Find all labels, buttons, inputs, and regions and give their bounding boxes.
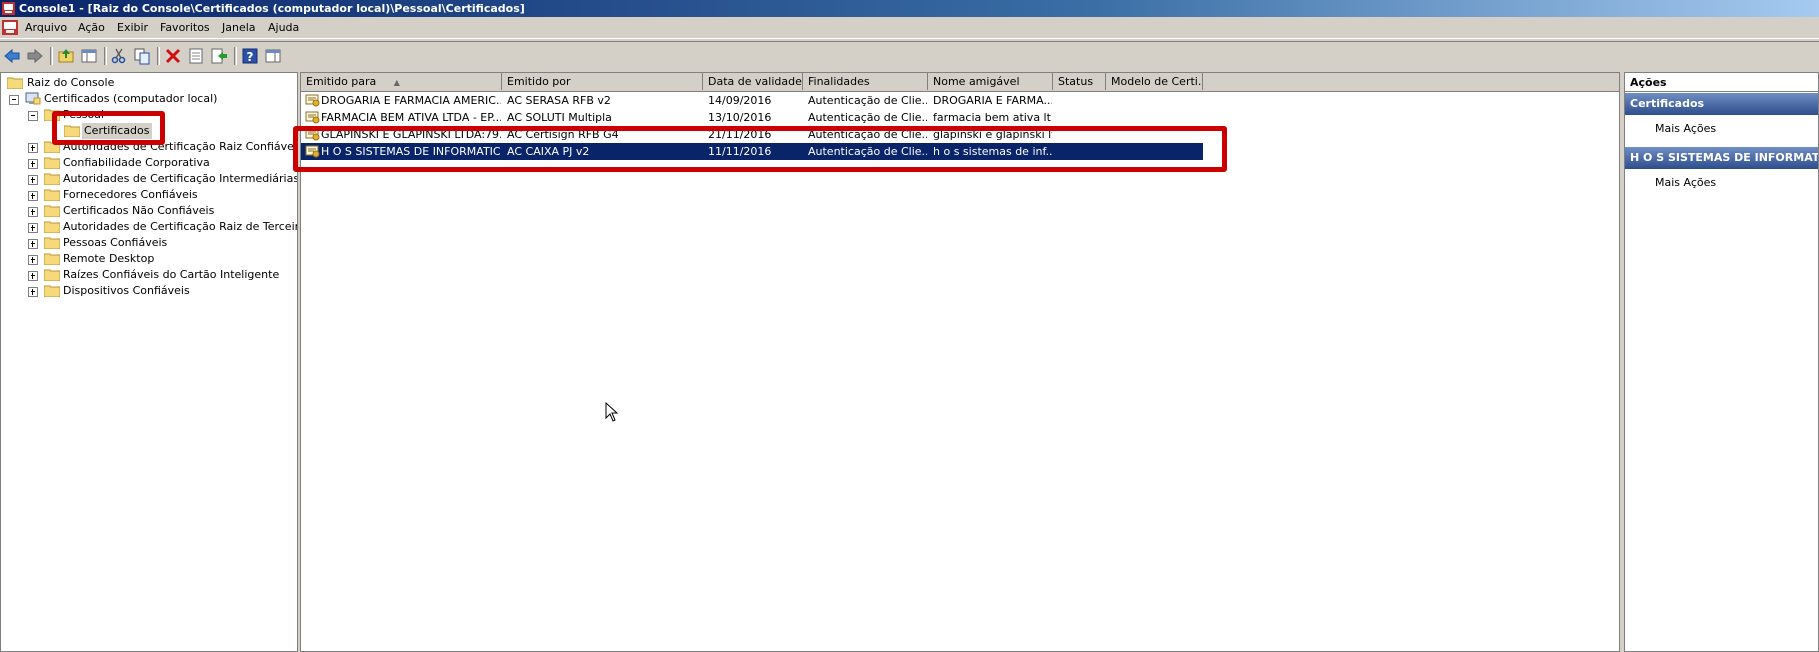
cell-by: AC SERASA RFB v2 [507, 94, 611, 107]
tree-label: Autoridades de Certificação Intermediári… [63, 172, 298, 185]
column-finalidades[interactable]: Finalidades [803, 73, 928, 90]
expand-icon[interactable] [28, 143, 38, 153]
column-emitido-por[interactable]: Emitido por [502, 73, 703, 90]
mouse-cursor-icon [605, 402, 619, 422]
folder-icon [44, 253, 60, 265]
column-status[interactable]: Status [1053, 73, 1106, 90]
folder-icon [44, 205, 60, 217]
expand-icon[interactable] [28, 175, 38, 185]
show-hide-action-pane-icon[interactable] [264, 47, 282, 65]
cell-status [1058, 109, 1105, 126]
expand-icon[interactable] [28, 255, 38, 265]
folder-icon [44, 189, 60, 201]
back-icon[interactable] [3, 47, 21, 65]
window-title: Console1 - [Raiz do Console\Certificados… [19, 2, 525, 15]
tree-label: Dispositivos Confiáveis [63, 284, 190, 297]
table-row[interactable]: FARMACIA BEM ATIVA LTDA - EP... AC SOLUTI… [301, 109, 1203, 126]
cut-icon[interactable] [110, 47, 128, 65]
folder-icon [7, 77, 23, 89]
collapse-icon[interactable] [28, 111, 38, 121]
column-emitido-para[interactable]: Emitido para ▲ [301, 73, 502, 90]
console-app-icon [2, 2, 15, 15]
cell-to: FARMACIA BEM ATIVA LTDA - EP... [321, 111, 501, 124]
cell-friendly: DROGARIA E FARMA... [933, 94, 1052, 107]
cell-date: 13/10/2016 [708, 111, 772, 124]
action-mais-acoes[interactable]: Mais Ações [1655, 176, 1716, 189]
toolbar-separator [157, 47, 160, 65]
show-hide-tree-icon[interactable] [80, 47, 98, 65]
folder-icon [44, 237, 60, 249]
actions-section-certificados[interactable]: Certificados [1625, 93, 1818, 115]
toolbar-separator [50, 47, 53, 65]
tree-label: Remote Desktop [63, 252, 155, 265]
expand-icon[interactable] [28, 239, 38, 249]
delete-icon[interactable] [164, 47, 182, 65]
expand-icon[interactable] [28, 159, 38, 169]
collapse-icon[interactable] [9, 95, 19, 105]
cell-friendly: farmacia bem ativa lt... [933, 111, 1052, 124]
folder-icon [44, 269, 60, 281]
highlight-box-tree [52, 111, 165, 145]
menu-acao[interactable]: Ação [78, 21, 105, 34]
list-header: Emitido para ▲ Emitido por Data de valid… [301, 73, 1619, 92]
folder-icon [44, 157, 60, 169]
certificates-snapin-icon [25, 92, 41, 105]
copy-icon[interactable] [133, 47, 151, 65]
tree-label: Pessoas Confiáveis [63, 236, 168, 249]
actions-pane: Ações Certificados Mais Ações H O S SIST… [1624, 72, 1819, 652]
expand-icon[interactable] [28, 223, 38, 233]
help-icon[interactable]: ? [241, 47, 259, 65]
tree-label: Confiabilidade Corporativa [63, 156, 210, 169]
sort-ascending-icon: ▲ [393, 78, 400, 87]
properties-icon[interactable] [187, 47, 205, 65]
folder-icon [44, 173, 60, 185]
table-row[interactable]: DROGARIA E FARMACIA AMERIC... AC SERASA R… [301, 92, 1203, 109]
cell-by: AC SOLUTI Multipla [507, 111, 612, 124]
actions-header: Ações [1625, 73, 1818, 92]
tree-label: Certificados Não Confiáveis [63, 204, 215, 217]
title-bar: Console1 - [Raiz do Console\Certificados… [0, 0, 1819, 17]
console-menu-icon[interactable] [2, 20, 18, 35]
cell-date: 14/09/2016 [708, 94, 772, 107]
up-folder-icon[interactable] [57, 47, 75, 65]
toolbar-separator [104, 47, 107, 65]
cell-status [1058, 92, 1105, 109]
tree-label: Fornecedores Confiáveis [63, 188, 198, 201]
column-nome-amigavel[interactable]: Nome amigável [928, 73, 1053, 90]
menu-janela[interactable]: Janela [222, 21, 256, 34]
tree-label: Raízes Confiáveis do Cartão Inteligente [63, 268, 280, 281]
cell-model [1111, 92, 1201, 109]
certificate-icon [305, 94, 320, 107]
menu-favoritos[interactable]: Favoritos [160, 21, 210, 34]
cell-model [1111, 109, 1201, 126]
toolbar-separator [234, 47, 237, 65]
expand-icon[interactable] [28, 191, 38, 201]
menu-arquivo[interactable]: Arquivo [25, 21, 67, 34]
expand-icon[interactable] [28, 207, 38, 217]
cell-purpose: Autenticação de Clie... [808, 94, 927, 107]
toolbar: ? [0, 41, 1819, 71]
folder-icon [44, 221, 60, 233]
folder-icon [44, 285, 60, 297]
highlight-box-row [293, 126, 1227, 172]
column-data-validade[interactable]: Data de validade [703, 73, 803, 90]
menu-exibir[interactable]: Exibir [117, 21, 148, 34]
console-tree-pane[interactable]: Raiz do Console Certificados (computador… [0, 72, 298, 652]
expand-icon[interactable] [28, 271, 38, 281]
tree-label: Autoridades de Certificação Raiz de Terc… [63, 220, 298, 233]
tree-label: Raiz do Console [27, 76, 115, 89]
export-icon[interactable] [210, 47, 228, 65]
forward-icon[interactable] [26, 47, 44, 65]
svg-text:?: ? [247, 50, 254, 64]
menu-ajuda[interactable]: Ajuda [268, 21, 299, 34]
tree-label: Certificados (computador local) [44, 92, 218, 105]
cell-purpose: Autenticação de Clie... [808, 111, 927, 124]
actions-section-selected-cert[interactable]: H O S SISTEMAS DE INFORMATICA [1625, 147, 1818, 169]
expand-icon[interactable] [28, 287, 38, 297]
certificate-icon [305, 111, 320, 124]
cell-to: DROGARIA E FARMACIA AMERIC... [321, 94, 501, 107]
action-mais-acoes[interactable]: Mais Ações [1655, 122, 1716, 135]
menu-bar: Arquivo Ação Exibir Favoritos Janela Aju… [0, 17, 1819, 39]
column-modelo-certificado[interactable]: Modelo de Certi... [1106, 73, 1203, 90]
